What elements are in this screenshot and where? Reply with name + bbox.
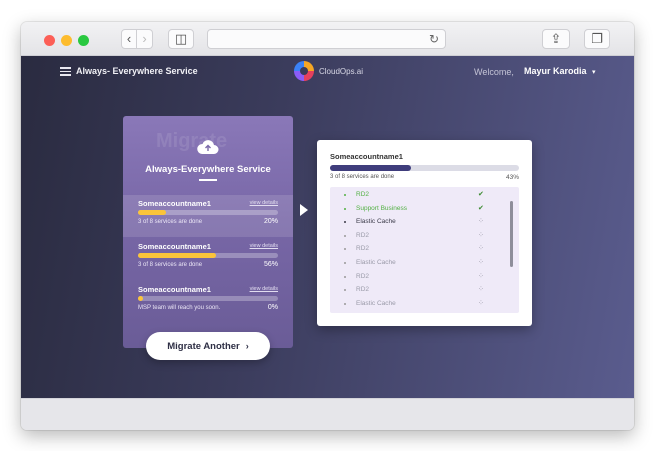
checkmark-icon: ✔	[478, 204, 484, 212]
chevron-right-icon: ›	[245, 341, 249, 351]
logo-text[interactable]: CloudOps.ai	[319, 67, 363, 76]
service-name: RD2	[356, 272, 370, 280]
bullet-icon	[344, 194, 346, 196]
account-percent: 0%	[267, 304, 278, 311]
browser-footer	[21, 398, 634, 430]
zoom-window-button[interactable]	[78, 35, 89, 46]
account-progress-track	[138, 210, 278, 215]
account-percent: 20%	[263, 218, 278, 225]
account-row[interactable]: Someaccountname1 view details 3 of 8 ser…	[123, 238, 293, 280]
bullet-icon	[344, 248, 346, 251]
service-item: Support Business ✔	[330, 203, 519, 217]
account-progress-track	[138, 253, 278, 258]
detail-account-name: Someaccountname1	[330, 152, 403, 161]
detail-status: 3 of 8 services are done	[330, 174, 395, 180]
account-name: Someaccountname1	[138, 242, 211, 251]
migrate-another-button[interactable]: Migrate Another ›	[146, 332, 270, 360]
spinner-icon: ⁘	[478, 272, 484, 280]
spinner-icon: ⁘	[478, 286, 484, 294]
account-progress-fill	[138, 253, 217, 258]
spinner-icon: ⁘	[478, 299, 484, 307]
service-name: Elastic Cache	[356, 259, 396, 266]
card-title: Always-Everywhere Service	[145, 164, 271, 175]
share-button[interactable]: ⇪	[542, 29, 570, 49]
service-name: Support Business	[356, 204, 407, 212]
view-details-link[interactable]: view details	[250, 200, 278, 206]
cloudops-logo-icon[interactable]	[294, 61, 314, 81]
address-bar[interactable]: ↻	[207, 29, 446, 49]
chevron-down-icon[interactable]: ▾	[592, 68, 596, 76]
back-button[interactable]: ‹	[121, 29, 137, 49]
service-item: Elastic Cache ⁘	[330, 257, 519, 271]
service-title: Always- Everywhere Service	[76, 66, 198, 76]
bullet-icon	[344, 234, 346, 237]
detail-progress-track	[330, 165, 519, 171]
spinner-icon: ⁘	[478, 231, 484, 239]
service-item: Elastic Cache ⁘	[330, 216, 519, 230]
service-item: Elastic Cache ⁘	[330, 298, 519, 312]
bullet-icon	[344, 302, 346, 305]
service-item: RD2 ✔	[330, 189, 519, 203]
account-detail-panel: Someaccountname1 3 of 8 services are don…	[317, 140, 532, 326]
sidebar-icon: ◫	[174, 31, 188, 46]
account-status: 3 of 8 services are done	[138, 219, 203, 225]
detail-percent: 43%	[505, 174, 519, 181]
bullet-icon	[344, 262, 346, 264]
spinner-icon: ⁘	[478, 245, 484, 253]
services-list[interactable]: RD2 ✔ Support Business ✔ Elastic Cache ⁘ RD2 ⁘ R…	[330, 187, 519, 313]
spinner-icon: ⁘	[478, 259, 484, 266]
account-row[interactable]: Someaccountname1 view details 3 of 8 ser…	[123, 195, 293, 237]
title-underline	[199, 179, 217, 181]
account-name: Someaccountname1	[138, 285, 211, 294]
view-details-link[interactable]: view details	[250, 243, 278, 249]
top-navigation: Always- Everywhere Service CloudOps.ai W…	[21, 56, 634, 90]
account-status: 3 of 8 services are done	[138, 262, 203, 268]
service-item: RD2 ⁘	[330, 230, 519, 244]
bullet-icon	[344, 289, 346, 292]
browser-window: ‹ › ◫ ↻ ⇪ ❐ Always- Everywhere Service C…	[21, 22, 634, 430]
close-window-button[interactable]	[44, 35, 55, 46]
sidebar-toggle-button[interactable]: ◫	[168, 29, 194, 49]
bullet-icon	[344, 221, 346, 224]
spinner-icon: ⁘	[478, 218, 484, 226]
tabs-overview-button[interactable]: ❐	[584, 29, 610, 49]
detail-progress-fill	[330, 165, 412, 171]
service-name: RD2	[356, 231, 370, 239]
tabs-icon: ❐	[591, 31, 603, 46]
user-menu[interactable]: Mayur Karodia	[524, 66, 587, 76]
account-row[interactable]: Someaccountname1 view details MSP team w…	[123, 281, 293, 323]
account-name: Someaccountname1	[138, 199, 211, 208]
service-name: RD2	[356, 286, 370, 294]
bullet-icon	[344, 275, 346, 278]
migrate-button-label: Migrate Another	[167, 341, 240, 352]
service-item: RD2 ⁘	[330, 271, 519, 285]
chevron-right-icon: ›	[142, 31, 147, 46]
service-name: Elastic Cache	[356, 218, 396, 226]
service-name: Elastic Cache	[356, 299, 396, 307]
minimize-window-button[interactable]	[61, 35, 72, 46]
migration-card: Migrate Always-Everywhere Service Someac…	[123, 116, 293, 348]
view-details-link[interactable]: view details	[250, 286, 278, 292]
web-content: Always- Everywhere Service CloudOps.ai W…	[21, 56, 634, 398]
account-progress-fill	[138, 296, 143, 301]
cloud-upload-icon	[197, 140, 219, 154]
account-percent: 56%	[263, 261, 278, 268]
play-arrow-icon	[300, 204, 308, 216]
service-item: RD2 ⁘	[330, 284, 519, 298]
bullet-icon	[344, 207, 346, 210]
reload-icon[interactable]: ↻	[429, 32, 439, 46]
service-item: RD2 ⁘	[330, 243, 519, 257]
welcome-label: Welcome,	[474, 67, 514, 77]
account-progress-track	[138, 296, 278, 301]
browser-titlebar: ‹ › ◫ ↻ ⇪ ❐	[21, 22, 634, 56]
share-icon: ⇪	[550, 31, 562, 46]
checkmark-icon: ✔	[478, 191, 484, 198]
hamburger-menu-icon[interactable]	[60, 67, 71, 76]
service-name: RD2	[356, 191, 370, 198]
account-progress-fill	[138, 210, 166, 215]
account-status: MSP team will reach you soon.	[138, 305, 221, 311]
forward-button[interactable]: ›	[137, 29, 153, 49]
service-name: RD2	[356, 245, 370, 253]
chevron-left-icon: ‹	[126, 31, 132, 46]
